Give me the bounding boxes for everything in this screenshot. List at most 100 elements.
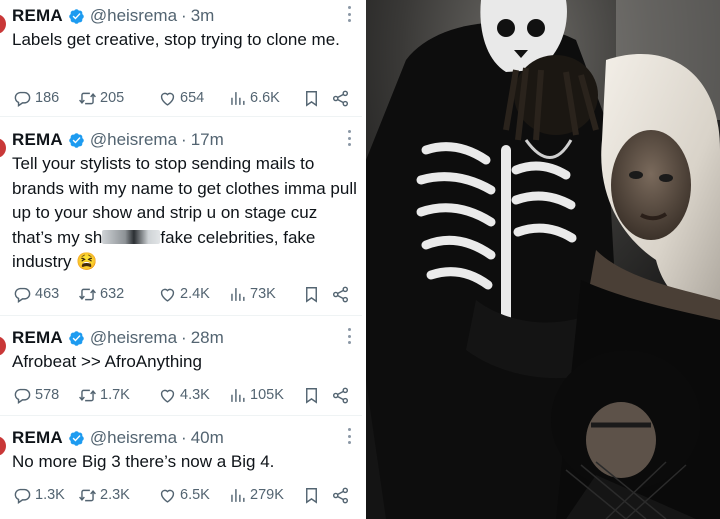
bookmark-button[interactable] bbox=[302, 283, 324, 305]
avatar[interactable] bbox=[0, 138, 6, 158]
like-count: 2.4K bbox=[180, 286, 210, 302]
bookmark-button[interactable] bbox=[302, 484, 324, 506]
view-count: 6.6K bbox=[250, 90, 280, 106]
reply-button[interactable]: 578 bbox=[13, 384, 59, 406]
reply-button[interactable]: 186 bbox=[13, 87, 59, 109]
tweet-text: Afrobeat >> AfroAnything bbox=[12, 352, 202, 371]
retweet-icon bbox=[79, 389, 96, 401]
tweet[interactable]: REMA @heisrema · 17m Tell your stylists … bbox=[0, 124, 362, 316]
tweet-header: REMA @heisrema · 28m bbox=[12, 326, 224, 350]
redacted-text bbox=[102, 229, 161, 244]
tweet-header: REMA @heisrema · 17m bbox=[12, 128, 224, 152]
separator-dot: · bbox=[181, 6, 187, 25]
retweet-button[interactable]: 632 bbox=[78, 283, 124, 305]
bookmark-icon bbox=[306, 487, 317, 504]
bookmark-button[interactable] bbox=[302, 87, 324, 109]
retweet-button[interactable]: 1.7K bbox=[78, 384, 130, 406]
author-handle[interactable]: @heisrema bbox=[90, 428, 177, 448]
author-name[interactable]: REMA bbox=[12, 328, 63, 348]
author-name[interactable]: REMA bbox=[12, 428, 63, 448]
share-button[interactable] bbox=[331, 384, 353, 406]
retweet-icon bbox=[79, 489, 96, 501]
reply-count: 186 bbox=[35, 90, 60, 106]
retweet-button[interactable]: 2.3K bbox=[78, 484, 130, 506]
like-count: 654 bbox=[180, 90, 205, 106]
retweet-count: 1.7K bbox=[100, 387, 130, 403]
reply-count: 1.3K bbox=[35, 487, 65, 503]
share-icon bbox=[332, 487, 349, 503]
action-bar: 578 1.7K 4.3K 105K bbox=[13, 384, 353, 406]
verified-badge-icon bbox=[69, 330, 84, 346]
timestamp[interactable]: 3m bbox=[191, 6, 215, 26]
author-name[interactable]: REMA bbox=[12, 6, 63, 26]
separator-dot: · bbox=[181, 328, 187, 347]
like-icon bbox=[160, 489, 175, 503]
attached-photo[interactable] bbox=[366, 0, 720, 519]
retweet-count: 2.3K bbox=[100, 487, 130, 503]
retweet-icon bbox=[79, 92, 96, 104]
author-handle[interactable]: @heisrema bbox=[90, 328, 177, 348]
views-button[interactable]: 105K bbox=[228, 384, 284, 406]
like-icon bbox=[160, 288, 175, 302]
avatar[interactable] bbox=[0, 436, 6, 456]
author-name[interactable]: REMA bbox=[12, 130, 63, 150]
more-icon[interactable] bbox=[344, 130, 354, 146]
author-handle[interactable]: @heisrema bbox=[90, 6, 177, 26]
retweet-icon bbox=[79, 288, 96, 300]
like-button[interactable]: 2.4K bbox=[158, 283, 210, 305]
view-count: 73K bbox=[250, 286, 276, 302]
view-count: 279K bbox=[250, 487, 284, 503]
verified-badge-icon bbox=[69, 132, 84, 148]
verified-badge-icon bbox=[69, 430, 84, 446]
share-button[interactable] bbox=[331, 283, 353, 305]
share-icon bbox=[332, 90, 349, 106]
tweet[interactable]: REMA @heisrema · 3m Labels get creative,… bbox=[0, 0, 362, 117]
photo-illustration bbox=[366, 0, 720, 519]
views-icon bbox=[231, 287, 245, 301]
separator-dot: · bbox=[181, 428, 187, 447]
like-button[interactable]: 4.3K bbox=[158, 384, 210, 406]
views-icon bbox=[231, 488, 245, 502]
action-bar: 186 205 654 6.6K bbox=[13, 87, 353, 109]
avatar[interactable] bbox=[0, 336, 6, 356]
like-button[interactable]: 654 bbox=[158, 87, 204, 109]
timestamp[interactable]: 28m bbox=[191, 328, 224, 348]
reply-button[interactable]: 463 bbox=[13, 283, 59, 305]
action-bar: 1.3K 2.3K 6.5K 279K bbox=[13, 484, 353, 506]
retweet-button[interactable]: 205 bbox=[78, 87, 124, 109]
reply-count: 578 bbox=[35, 387, 60, 403]
bookmark-icon bbox=[306, 387, 317, 404]
views-icon bbox=[231, 91, 245, 105]
reply-count: 463 bbox=[35, 286, 60, 302]
views-button[interactable]: 73K bbox=[228, 283, 276, 305]
view-count: 105K bbox=[250, 387, 284, 403]
tweet[interactable]: REMA @heisrema · 40m No more Big 3 there… bbox=[0, 422, 362, 519]
reply-icon bbox=[14, 488, 31, 504]
like-button[interactable]: 6.5K bbox=[158, 484, 210, 506]
bookmark-icon bbox=[306, 286, 317, 303]
timestamp[interactable]: 40m bbox=[191, 428, 224, 448]
share-button[interactable] bbox=[331, 484, 353, 506]
more-icon[interactable] bbox=[344, 428, 354, 444]
like-count: 4.3K bbox=[180, 387, 210, 403]
more-icon[interactable] bbox=[344, 6, 354, 22]
share-button[interactable] bbox=[331, 87, 353, 109]
share-icon bbox=[332, 286, 349, 302]
tweet-text: Tell your stylists to stop sending mails… bbox=[12, 152, 357, 275]
tweet[interactable]: REMA @heisrema · 28m Afrobeat >> AfroAny… bbox=[0, 322, 362, 416]
more-icon[interactable] bbox=[344, 328, 354, 344]
views-button[interactable]: 279K bbox=[228, 484, 284, 506]
action-bar: 463 632 2.4K 73K bbox=[13, 283, 353, 305]
like-icon bbox=[160, 92, 175, 106]
tweet-feed: REMA @heisrema · 3m Labels get creative,… bbox=[0, 0, 362, 519]
like-count: 6.5K bbox=[180, 487, 210, 503]
separator-dot: · bbox=[181, 130, 187, 149]
author-handle[interactable]: @heisrema bbox=[90, 130, 177, 150]
views-icon bbox=[231, 388, 245, 402]
timestamp[interactable]: 17m bbox=[191, 130, 224, 150]
reply-button[interactable]: 1.3K bbox=[13, 484, 65, 506]
bookmark-button[interactable] bbox=[302, 384, 324, 406]
reply-icon bbox=[14, 388, 31, 404]
views-button[interactable]: 6.6K bbox=[228, 87, 280, 109]
avatar[interactable] bbox=[0, 14, 6, 34]
